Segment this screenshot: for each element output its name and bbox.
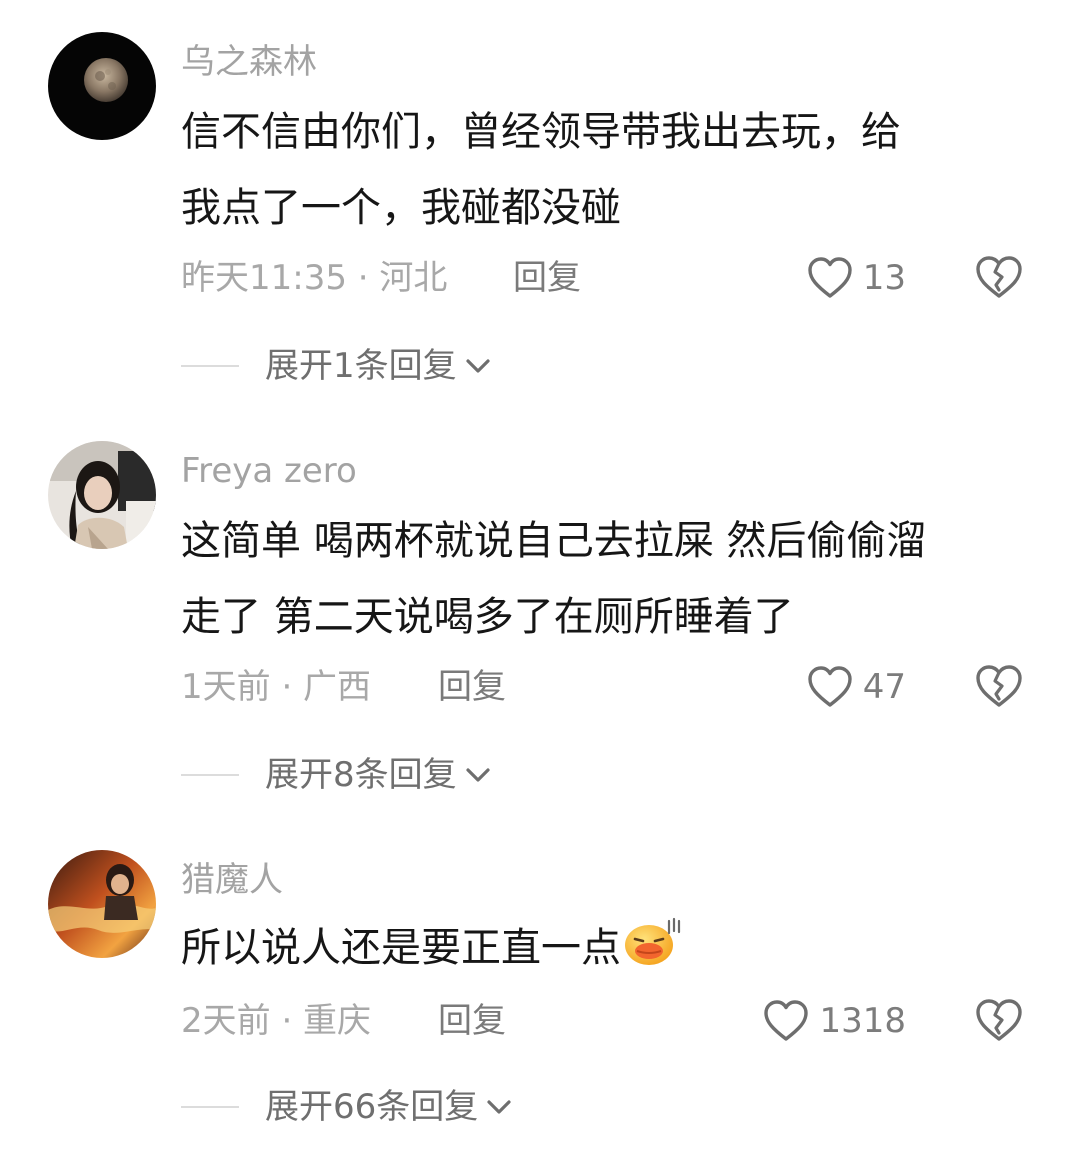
comment-text: 所以说人还是要正直一点 <box>181 910 1031 986</box>
user-avatar[interactable] <box>48 850 156 958</box>
comment-time-location: 2天前 · 重庆 <box>181 1001 372 1041</box>
heart-outline-icon <box>764 1000 809 1041</box>
anime-avatar-icon <box>48 850 156 958</box>
embarrassed-duck-emoji-icon <box>625 917 681 965</box>
divider <box>181 1106 239 1108</box>
like-count: 1318 <box>819 1001 906 1041</box>
expand-replies-button[interactable]: 展开66条回复 <box>181 1085 512 1129</box>
comment-text-line: 所以说人还是要正直一点 <box>181 910 1031 986</box>
like-button[interactable]: 1318 <box>763 997 906 1045</box>
comment-item: 猎魔人 所以说人还是要正直一点 2天前 · 重庆 回复 1318 展开66条回复 <box>0 0 1080 1150</box>
chevron-down-icon <box>487 1100 511 1114</box>
dislike-button[interactable] <box>974 997 1024 1045</box>
expand-replies-label: 展开66条回复 <box>265 1087 479 1127</box>
broken-heart-icon <box>976 999 1022 1041</box>
username[interactable]: 猎魔人 <box>181 858 283 902</box>
comment-text-content: 所以说人还是要正直一点 <box>181 925 621 971</box>
reply-button[interactable]: 回复 <box>438 999 506 1043</box>
